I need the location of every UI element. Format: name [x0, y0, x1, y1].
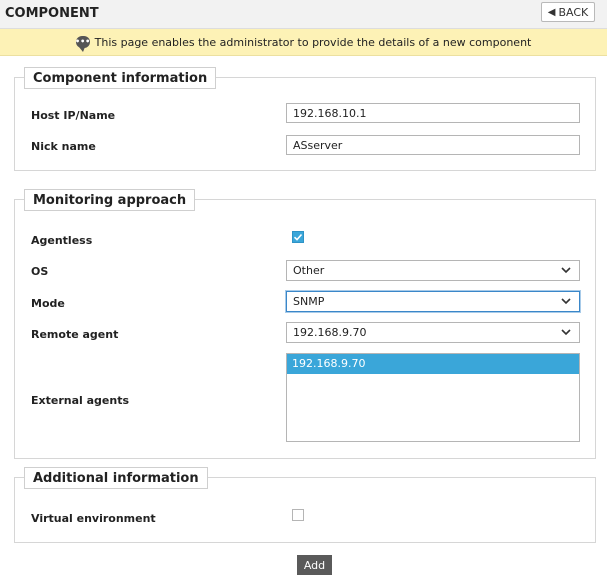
agentless-label: Agentless: [31, 234, 93, 247]
virtual-environment-label: Virtual environment: [31, 512, 156, 525]
chevron-down-icon: [559, 326, 573, 340]
os-select-value: Other: [293, 264, 325, 277]
nick-name-input[interactable]: [286, 135, 580, 155]
back-button[interactable]: ◀ BACK: [541, 2, 595, 22]
back-button-label: BACK: [558, 5, 589, 19]
back-arrow-icon: ◀: [547, 6, 556, 18]
external-agent-option[interactable]: 192.168.9.70: [287, 354, 579, 374]
page-title: COMPONENT: [5, 6, 99, 21]
os-label: OS: [31, 265, 49, 278]
component-information-section: [14, 77, 596, 171]
chevron-down-icon: [559, 264, 573, 278]
info-banner: ••• This page enables the administrator …: [0, 29, 607, 56]
host-label: Host IP/Name: [31, 109, 116, 122]
external-agents-listbox[interactable]: 192.168.9.70: [286, 353, 580, 442]
agentless-checkbox[interactable]: [292, 231, 304, 243]
info-banner-text: This page enables the administrator to p…: [94, 35, 532, 49]
mode-select[interactable]: SNMP: [286, 291, 580, 312]
additional-information-legend: Additional information: [24, 467, 208, 489]
chevron-down-icon: [559, 295, 573, 309]
os-select[interactable]: Other: [286, 260, 580, 281]
external-agents-label: External agents: [31, 394, 130, 407]
host-input[interactable]: [286, 103, 580, 123]
speech-bubble-icon: •••: [74, 36, 91, 52]
remote-agent-select[interactable]: 192.168.9.70: [286, 322, 580, 343]
remote-agent-select-value: 192.168.9.70: [293, 326, 367, 339]
virtual-environment-checkbox[interactable]: [292, 509, 304, 521]
monitoring-approach-legend: Monitoring approach: [24, 189, 196, 211]
page-header: COMPONENT ◀ BACK: [0, 0, 607, 29]
checkmark-icon: [293, 233, 303, 241]
add-button[interactable]: Add: [297, 555, 332, 575]
component-information-legend: Component information: [24, 67, 217, 89]
mode-label: Mode: [31, 297, 65, 310]
remote-agent-label: Remote agent: [31, 328, 119, 341]
nick-name-label: Nick name: [31, 140, 96, 153]
mode-select-value: SNMP: [293, 295, 325, 308]
